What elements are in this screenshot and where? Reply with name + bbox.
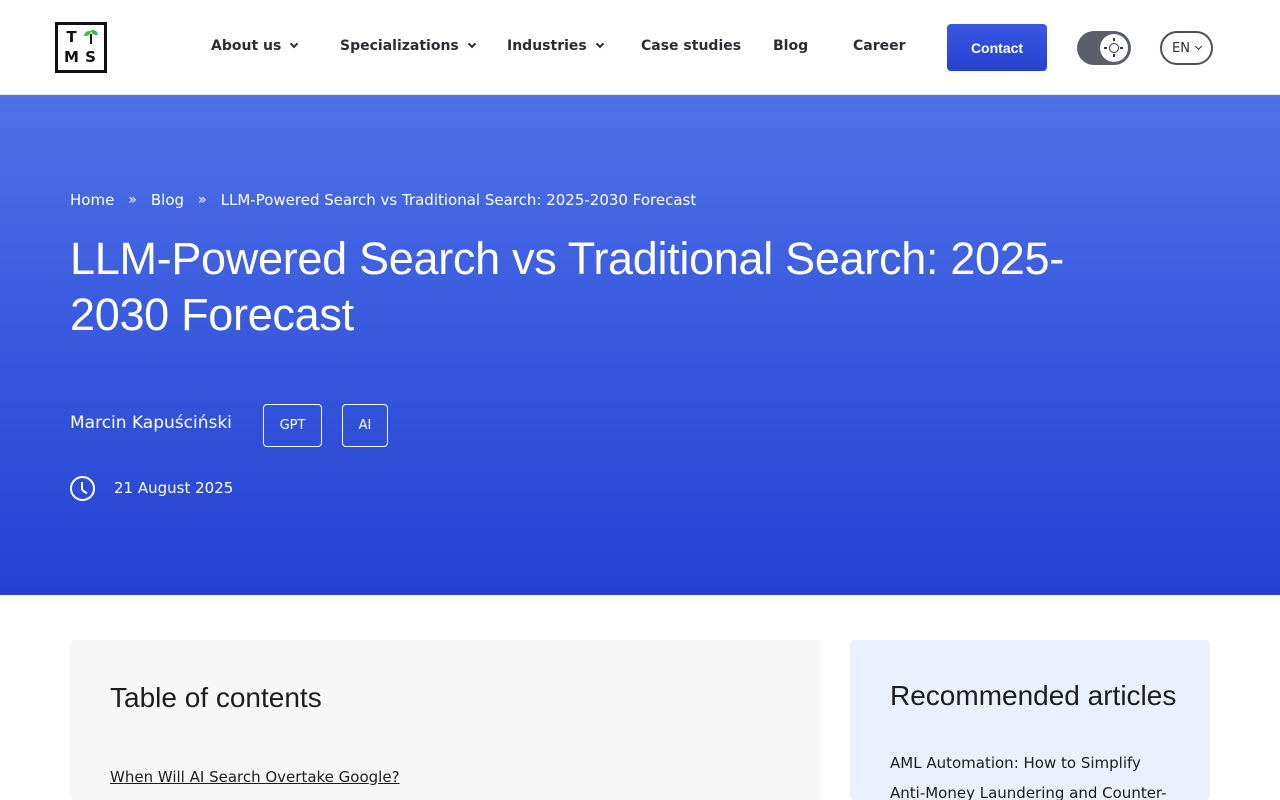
hero-banner: Home » Blog » LLM-Powered Search vs Trad…: [0, 95, 1280, 595]
sun-icon: [1104, 38, 1123, 57]
nav-career-label: Career: [853, 38, 906, 54]
nav-industries-label: Industries: [507, 38, 587, 54]
logo-letter-t: T: [66, 27, 77, 46]
theme-toggle[interactable]: [1077, 31, 1131, 65]
author-name: Marcin Kapuściński: [70, 413, 232, 433]
chevron-down-icon: [1194, 42, 1203, 50]
toc-item[interactable]: When Will AI Search Overtake Google?: [110, 768, 400, 786]
chevron-down-icon: [290, 39, 299, 49]
logo-letter-m: M: [64, 48, 79, 67]
language-label: EN: [1172, 40, 1190, 56]
recommended-heading: Recommended articles: [890, 680, 1177, 711]
toggle-knob: [1100, 34, 1128, 62]
language-selector[interactable]: EN: [1160, 31, 1213, 65]
breadcrumb-current: LLM-Powered Search vs Traditional Search…: [220, 191, 697, 209]
nav-specializations[interactable]: Specializations: [340, 38, 476, 54]
nav-blog[interactable]: Blog: [773, 38, 808, 54]
nav-about-us[interactable]: About us: [211, 38, 299, 54]
tag-gpt[interactable]: GPT: [263, 404, 322, 447]
recommended-articles: Recommended articles AML Automation: How…: [850, 640, 1210, 800]
chevron-down-icon: [467, 39, 476, 49]
nav-career[interactable]: Career: [853, 38, 906, 54]
nav-blog-label: Blog: [773, 38, 809, 54]
tms-logo[interactable]: T M S: [55, 22, 107, 73]
clock-icon: [70, 476, 95, 501]
nav-case-studies-label: Case studies: [641, 38, 742, 54]
publish-date: 21 August 2025: [114, 479, 234, 497]
page-title: LLM-Powered Search vs Traditional Search…: [70, 233, 1064, 340]
chevron-down-icon: [595, 39, 604, 49]
recommended-article-link[interactable]: AML Automation: How to Simplify Anti-Mon…: [890, 748, 1180, 800]
breadcrumb-separator: »: [128, 192, 137, 208]
toc-heading: Table of contents: [110, 682, 322, 713]
nav-specializations-label: Specializations: [340, 38, 459, 54]
breadcrumb-home[interactable]: Home: [70, 191, 114, 209]
breadcrumb-separator: »: [198, 192, 207, 208]
tag-ai[interactable]: AI: [342, 404, 388, 447]
logo-letter-s: S: [85, 48, 96, 67]
nav-industries[interactable]: Industries: [507, 38, 604, 54]
nav-case-studies[interactable]: Case studies: [641, 38, 741, 54]
contact-button[interactable]: Contact: [947, 24, 1047, 71]
breadcrumb: Home » Blog » LLM-Powered Search vs Trad…: [70, 191, 696, 209]
nav-about-us-label: About us: [211, 38, 282, 54]
sprout-icon: [83, 29, 98, 45]
site-header: T M S About us Specializations Industrie…: [0, 0, 1280, 95]
table-of-contents: Table of contents When Will AI Search Ov…: [70, 640, 820, 800]
breadcrumb-blog[interactable]: Blog: [151, 191, 184, 209]
